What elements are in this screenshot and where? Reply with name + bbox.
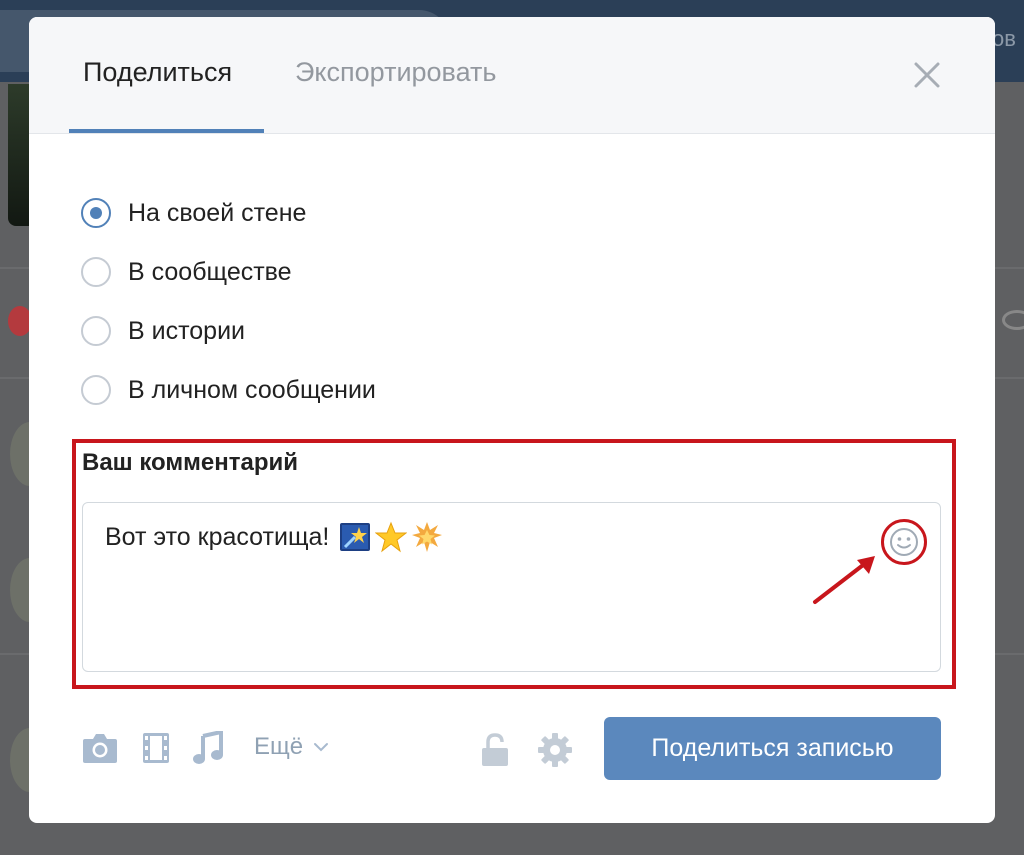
- modal-header: Поделиться Экспортировать: [29, 17, 995, 134]
- tab-share[interactable]: Поделиться: [83, 57, 232, 88]
- option-label: В истории: [128, 316, 245, 345]
- annotation-arrow: [813, 556, 875, 604]
- option-own-wall[interactable]: На своей стене: [81, 196, 306, 230]
- background-topbar-text: ов: [992, 26, 1016, 51]
- option-label: В личном сообщении: [128, 375, 376, 404]
- more-label: Ещё: [254, 733, 304, 760]
- background-divider: [0, 653, 30, 655]
- eye-icon: [1002, 310, 1024, 330]
- close-button[interactable]: [909, 57, 945, 93]
- share-modal: Поделиться Экспортировать На своей стене…: [29, 17, 995, 823]
- close-icon: [914, 62, 940, 88]
- background-divider: [995, 653, 1024, 655]
- lock-icon[interactable]: [481, 733, 509, 767]
- option-label: На своей стене: [128, 198, 307, 227]
- comment-value: Вот это красотища!: [105, 522, 330, 551]
- shooting-star-emoji: [340, 523, 371, 551]
- comment-title: Ваш комментарий: [82, 449, 299, 476]
- radio-story[interactable]: [81, 316, 111, 346]
- option-private-message[interactable]: В личном сообщении: [81, 373, 376, 407]
- background-divider: [995, 267, 1024, 269]
- radio-private-message[interactable]: [81, 375, 111, 405]
- music-icon[interactable]: [192, 731, 224, 765]
- gear-icon[interactable]: [537, 732, 573, 768]
- option-story[interactable]: В истории: [81, 314, 245, 348]
- option-community[interactable]: В сообществе: [81, 255, 292, 289]
- smile-icon: [890, 528, 918, 556]
- glowing-star-emoji: [412, 522, 443, 552]
- background-divider: [0, 377, 30, 379]
- background-divider: [995, 377, 1024, 379]
- tab-export[interactable]: Экспортировать: [295, 57, 496, 88]
- option-label: В сообществе: [128, 257, 292, 286]
- background-divider: [0, 267, 30, 269]
- radio-own-wall[interactable]: [81, 198, 111, 228]
- star-emoji: [375, 521, 408, 553]
- film-icon[interactable]: [142, 731, 170, 765]
- active-tab-indicator: [69, 129, 264, 133]
- more-button[interactable]: Ещё: [254, 733, 329, 761]
- share-post-button[interactable]: Поделиться записью: [604, 717, 941, 780]
- emoji-button[interactable]: [881, 519, 927, 565]
- camera-icon[interactable]: [81, 731, 119, 765]
- chevron-down-icon: [314, 743, 329, 752]
- radio-community[interactable]: [81, 257, 111, 287]
- comment-text: Вот это красотища!: [105, 521, 443, 553]
